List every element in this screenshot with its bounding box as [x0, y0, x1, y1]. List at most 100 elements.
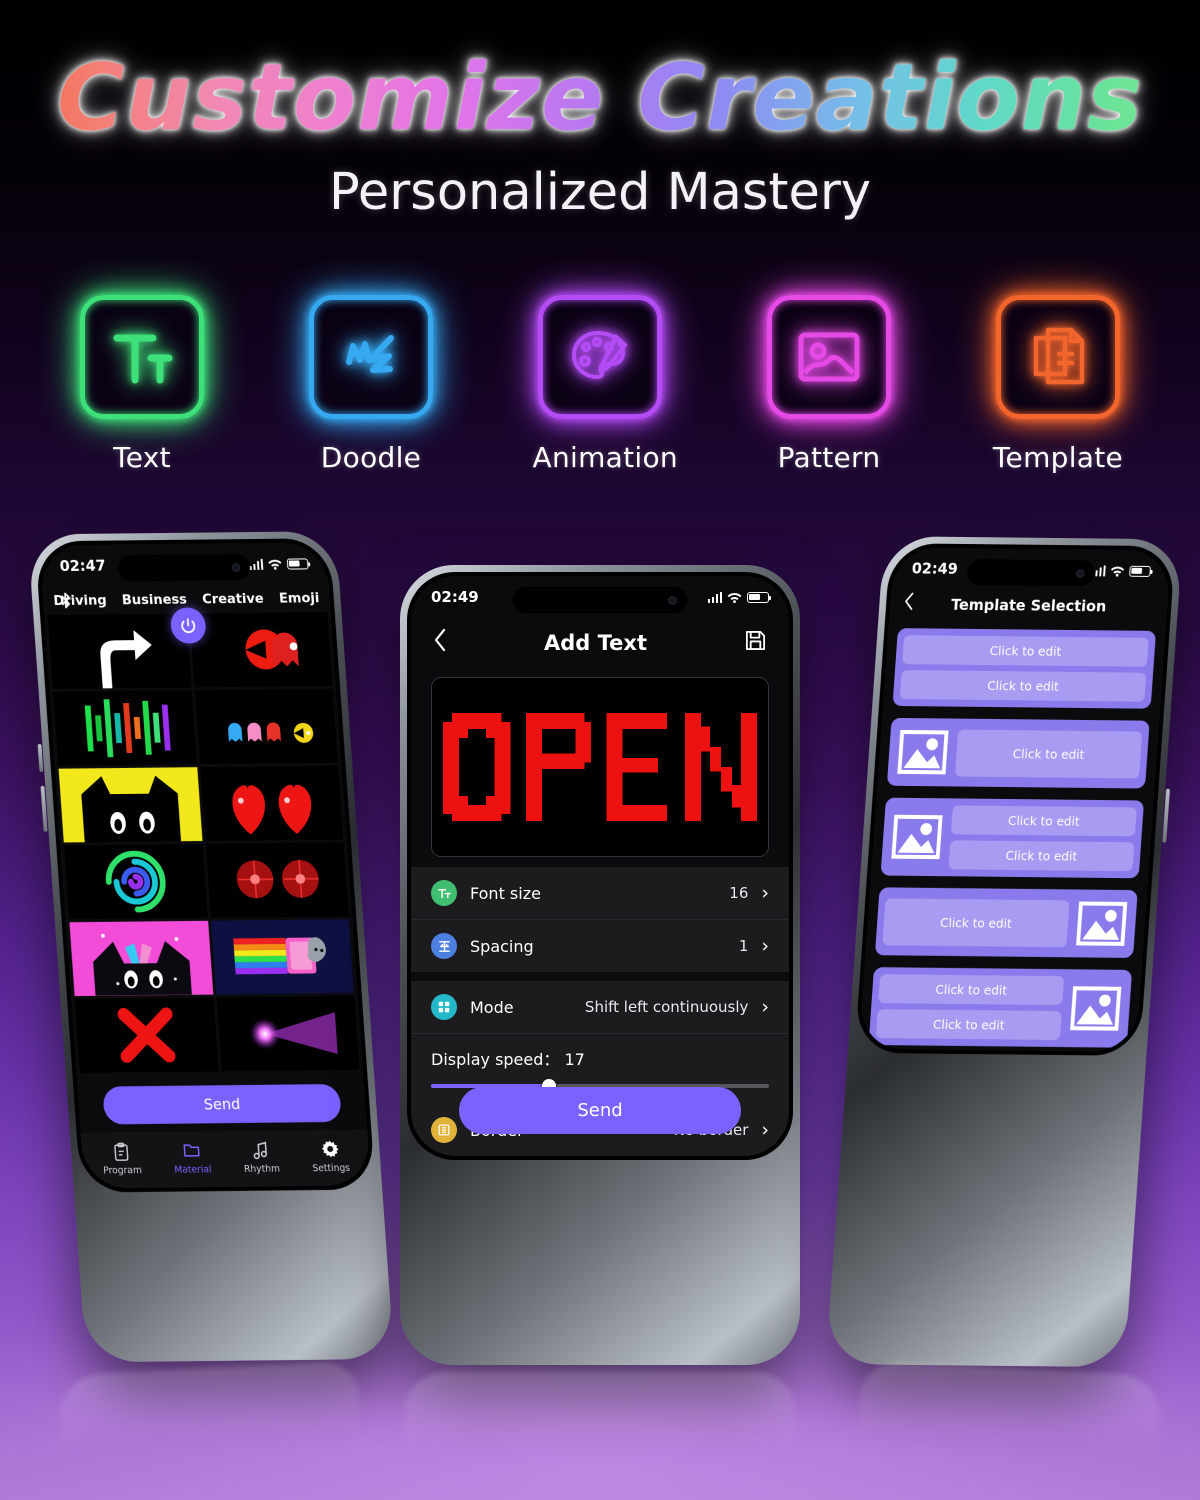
screen-title: Add Text	[544, 630, 647, 655]
feature-item-animation[interactable]: Animation	[532, 295, 678, 474]
speed-label: Display speed：	[431, 1050, 560, 1069]
status-time: 02:47	[59, 556, 107, 576]
edit-slot[interactable]: Click to edit	[950, 805, 1137, 837]
back-button[interactable]	[433, 628, 447, 657]
edit-slot[interactable]: Click to edit	[878, 974, 1065, 1006]
tab-emoji[interactable]: Emoji	[277, 590, 320, 606]
image-icon	[767, 295, 891, 419]
send-button-wrap-center: Send	[411, 1087, 789, 1134]
gallery-item[interactable]	[188, 612, 333, 688]
tab-creative[interactable]: Creative	[201, 591, 266, 608]
edit-slot[interactable]: Click to edit	[902, 635, 1149, 667]
template-card[interactable]: Click to edit Click to edit	[868, 967, 1133, 1048]
gallery-item[interactable]	[210, 919, 354, 995]
dynamic-island	[117, 554, 252, 582]
signal-bars-icon	[249, 558, 264, 570]
gallery-item[interactable]	[215, 996, 360, 1072]
battery-icon	[1129, 565, 1152, 577]
setting-label: Mode	[470, 997, 514, 1017]
tab-business[interactable]: Business	[120, 592, 188, 609]
phone-reflection-right	[860, 1360, 1160, 1486]
edit-slot[interactable]: Click to edit	[948, 840, 1135, 872]
material-grid	[44, 612, 363, 1073]
font-size-icon	[431, 880, 457, 906]
wifi-icon	[1110, 566, 1125, 577]
template-list: Click to edit Click to edit Click to edi…	[859, 624, 1166, 1052]
dynamic-island	[966, 558, 1096, 587]
setting-row-mode[interactable]: Mode Shift left continuously ›	[411, 981, 789, 1034]
wifi-icon	[727, 592, 742, 603]
documents-icon	[996, 295, 1120, 419]
feature-item-doodle[interactable]: Doodle	[304, 295, 439, 474]
phone-right: 02:49 Template Selection Click to edit C…	[825, 536, 1183, 1368]
battery-icon	[286, 557, 309, 570]
gallery-item[interactable]	[205, 842, 349, 918]
setting-value: Shift left continuously	[584, 998, 749, 1016]
speed-value: 17	[564, 1050, 585, 1069]
feature-label: Text	[113, 441, 171, 474]
section-divider	[411, 972, 789, 981]
template-card[interactable]: Click to edit	[886, 717, 1150, 789]
phone-left: 02:47 Driving Business Creative Emoji Se…	[27, 531, 395, 1363]
template-card[interactable]: Click to edit	[874, 887, 1138, 959]
setting-value: 16	[729, 884, 749, 902]
settings-group-1: Font size 16 › Spacing 1 ›	[411, 867, 789, 972]
template-card[interactable]: Click to edit Click to edit	[892, 628, 1157, 709]
text-icon	[80, 295, 204, 419]
setting-row-spacing[interactable]: Spacing 1 ›	[411, 920, 789, 972]
poster-stage: Customize Creations Personalized Mastery…	[0, 0, 1200, 1500]
nav-label: Program	[102, 1165, 143, 1177]
chevron-left-icon	[905, 592, 914, 610]
clipboard-icon	[101, 1140, 141, 1162]
nav-label: Rhythm	[243, 1163, 281, 1175]
nav-item-material[interactable]: Material	[172, 1139, 212, 1176]
chevron-left-icon	[434, 628, 446, 652]
send-button[interactable]: Send	[102, 1084, 342, 1125]
gallery-item[interactable]	[194, 688, 338, 765]
palette-icon	[538, 295, 662, 419]
led-preview[interactable]	[431, 677, 769, 857]
phone-reflection-center	[405, 1372, 795, 1477]
setting-label: Spacing	[470, 936, 534, 956]
edit-slot[interactable]: Click to edit	[899, 670, 1147, 702]
status-time: 02:49	[911, 559, 959, 578]
feature-item-text[interactable]: Text	[75, 295, 210, 474]
setting-row-font-size[interactable]: Font size 16 ›	[411, 867, 789, 920]
edit-slot[interactable]: Click to edit	[882, 897, 1070, 947]
gallery-item[interactable]	[74, 997, 219, 1073]
feature-label: Animation	[532, 441, 678, 474]
gallery-item[interactable]	[58, 767, 202, 843]
nav-item-settings[interactable]: Settings	[310, 1138, 350, 1174]
feature-item-pattern[interactable]: Pattern	[762, 295, 897, 474]
chevron-right-icon: ›	[761, 995, 769, 1018]
feature-label: Template	[992, 441, 1124, 474]
gallery-item[interactable]	[69, 920, 213, 997]
folder-icon	[172, 1139, 211, 1161]
mode-grid-icon	[431, 994, 457, 1020]
wifi-icon	[268, 559, 282, 570]
template-card[interactable]: Click to edit Click to edit	[880, 797, 1145, 879]
gallery-item[interactable]	[47, 613, 192, 689]
status-time: 02:49	[431, 588, 479, 606]
gallery-item[interactable]	[64, 843, 208, 920]
back-button[interactable]	[903, 591, 915, 616]
feature-item-template[interactable]: Template	[991, 295, 1126, 474]
feature-label: Pattern	[777, 441, 881, 474]
bottom-nav: Program Material Rhythm Settings	[80, 1129, 372, 1189]
gallery-item[interactable]	[199, 765, 344, 841]
edit-slot[interactable]: Click to edit	[954, 729, 1143, 778]
header: Customize Creations Personalized Mastery	[0, 49, 1200, 221]
save-button[interactable]	[744, 629, 767, 657]
send-button[interactable]: Send	[459, 1087, 741, 1134]
edit-slot[interactable]: Click to edit	[875, 1009, 1062, 1041]
phone-reflection-left	[60, 1360, 360, 1486]
nav-item-rhythm[interactable]: Rhythm	[242, 1139, 280, 1175]
nav-item-program[interactable]: Program	[101, 1140, 142, 1176]
nav-label: Settings	[312, 1162, 351, 1175]
image-placeholder-icon	[1073, 898, 1131, 950]
dynamic-island	[513, 587, 687, 613]
chevron-right-icon: ›	[761, 934, 769, 957]
save-floppy-icon	[745, 630, 766, 650]
gallery-item[interactable]	[53, 690, 197, 766]
image-placeholder-icon	[888, 811, 946, 863]
